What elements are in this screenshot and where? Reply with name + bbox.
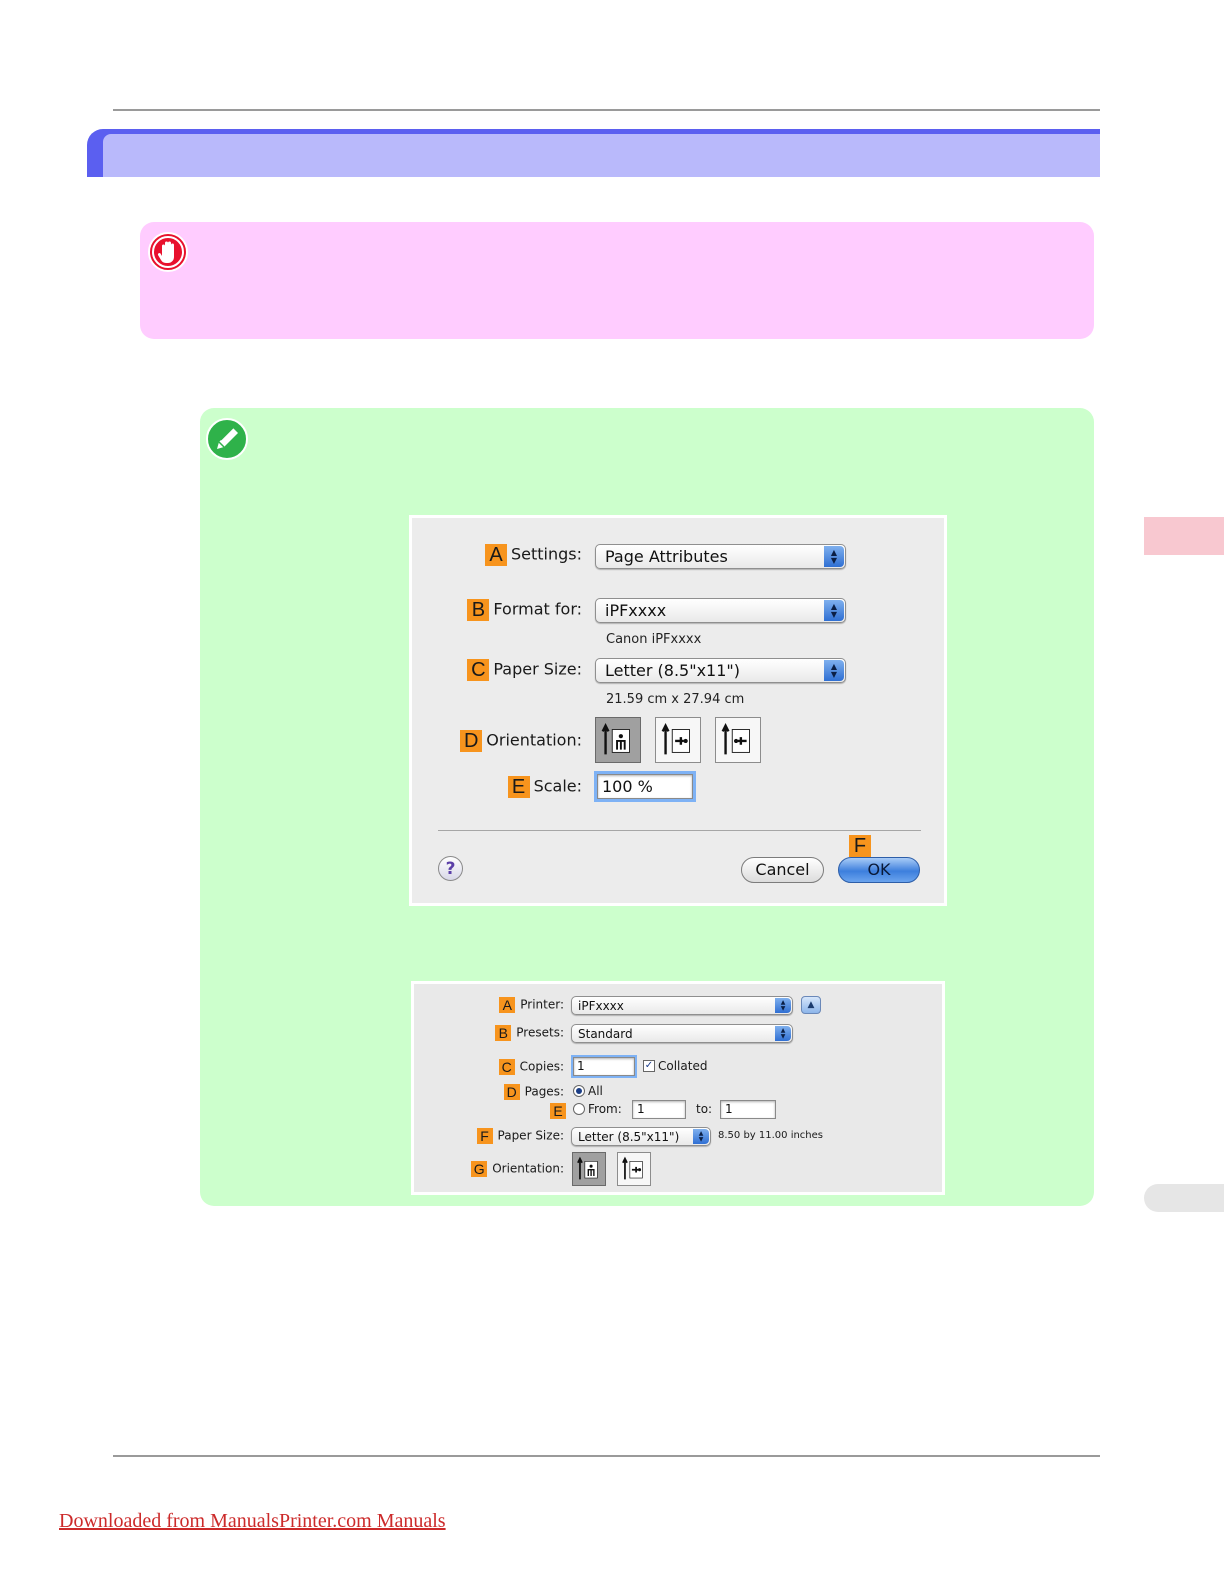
format-for-value: iPFxxxx [605,601,667,620]
orientation-label: Orientation: [486,730,582,750]
pages-label: Pages: [524,1084,564,1099]
settings-label-row: A Settings: [484,544,582,566]
paper-size-popup[interactable]: Letter (8.5"x11") ▲ ▼ [571,1127,711,1146]
printer-popup[interactable]: iPFxxxx ▲ ▼ [571,996,793,1015]
paper-size-popup[interactable]: Letter (8.5"x11") ▲ ▼ [595,658,846,683]
format-for-popup[interactable]: iPFxxxx ▲ ▼ [595,598,846,623]
pages-all-radio[interactable] [573,1085,585,1097]
callout-badge: B [495,1025,512,1041]
pages-label-row: D Pages: [503,1084,564,1100]
callout-badge: G [471,1161,488,1177]
page-setup-dialog: A Settings: Page Attributes ▲ ▼ B Format fo… [409,515,947,906]
callout-badge: E [550,1103,566,1119]
format-for-label-row: B Format for: [467,599,582,621]
portrait-icon [601,722,630,755]
landscape-right-icon [721,722,750,755]
callout-badge: A [499,997,516,1013]
popup-arrows-icon: ▲ ▼ [824,660,844,681]
paper-size-value: Letter (8.5"x11") [578,1130,680,1144]
hand-stop-icon [148,232,188,272]
format-for-label: Format for: [493,599,582,619]
bottom-rule [113,1455,1100,1457]
copies-field[interactable]: 1 [571,1055,637,1078]
popup-arrows-icon: ▲ ▼ [775,1026,791,1041]
landscape-left-icon [661,722,690,755]
callout-badge: D [460,730,483,752]
callout-badge: A [484,544,507,566]
paper-size-subtext: 21.59 cm x 27.94 cm [606,692,745,707]
scale-label-row: E Scale: [507,776,582,798]
callout-badge: C [498,1059,515,1075]
presets-value: Standard [578,1027,633,1041]
print-dialog: A Printer: iPFxxxx ▲ ▼ ▲ B Presets: Standar… [411,981,945,1195]
paper-size-label: Paper Size: [493,659,582,679]
callout-badge: F [476,1128,493,1144]
scale-label: Scale: [533,776,582,796]
orientation-label-row: D Orientation: [460,730,582,752]
page-side-tab [1144,1184,1224,1212]
paper-size-label-row: C Paper Size: [467,659,582,681]
pages-all-label: All [588,1084,603,1098]
orientation-landscape-left-button[interactable] [655,717,701,763]
callout-badge: E [507,776,530,798]
settings-value: Page Attributes [605,547,728,566]
portrait-icon [577,1156,598,1180]
printer-value: iPFxxxx [578,999,624,1013]
format-for-subtext: Canon iPFxxxx [606,632,702,647]
cancel-button[interactable]: Cancel [741,857,824,883]
dialog-separator [438,830,921,831]
popup-arrows-icon: ▲ ▼ [824,546,844,567]
landscape-icon [622,1156,643,1180]
scale-field[interactable]: 100 % [594,771,696,802]
orientation-landscape-right-button[interactable] [715,717,761,763]
orientation-portrait-button[interactable] [595,717,641,763]
pencil-icon [206,418,248,460]
paper-size-label-row: F Paper Size: [476,1128,564,1144]
paper-size-subtext: 8.50 by 11.00 inches [718,1130,824,1141]
to-value: 1 [725,1102,733,1116]
orientation-label-row: G Orientation: [471,1161,564,1177]
section-title-bar [87,129,1100,177]
help-button[interactable]: ? [438,856,463,881]
popup-arrows-icon: ▲ ▼ [775,998,791,1013]
scale-value: 100 % [602,777,653,796]
settings-label: Settings: [510,544,582,564]
from-label: From: [588,1102,622,1116]
popup-arrows-icon: ▲ ▼ [824,600,844,621]
copies-value: 1 [577,1059,585,1073]
ok-button[interactable]: OK [838,857,920,883]
callout-badge: C [467,659,490,681]
from-field[interactable]: 1 [632,1100,686,1119]
settings-popup[interactable]: Page Attributes ▲ ▼ [595,544,846,569]
paper-size-value: Letter (8.5"x11") [605,661,741,680]
copies-label-row: C Copies: [498,1059,564,1075]
top-rule [113,109,1100,111]
important-box [140,222,1094,339]
disclosure-triangle-button[interactable]: ▲ [801,996,821,1014]
callout-badge: B [467,599,490,621]
copies-label: Copies: [519,1059,564,1074]
to-label: to: [696,1102,713,1116]
popup-arrows-icon: ▲ ▼ [693,1129,709,1144]
footer-download-link[interactable]: Downloaded from ManualsPrinter.com Manua… [59,1510,446,1533]
chapter-tab [1144,517,1224,555]
orientation-portrait-button[interactable] [572,1152,606,1186]
paper-size-label: Paper Size: [497,1128,564,1143]
presets-popup[interactable]: Standard ▲ ▼ [571,1024,793,1043]
collated-checkbox[interactable]: ✓ [643,1060,655,1072]
presets-label-row: B Presets: [495,1025,564,1041]
callout-badge-ok: F [849,835,871,857]
printer-label-row: A Printer: [499,997,564,1013]
presets-label: Presets: [516,1025,564,1040]
orientation-label: Orientation: [492,1161,564,1176]
pages-from-radio[interactable] [573,1103,585,1115]
orientation-landscape-button[interactable] [617,1152,651,1186]
to-field[interactable]: 1 [720,1100,776,1119]
collated-label: Collated [658,1059,708,1073]
callout-badge: D [503,1084,520,1100]
printer-label: Printer: [520,997,564,1012]
from-value: 1 [637,1102,645,1116]
section-title-bar-inner [103,134,1100,177]
